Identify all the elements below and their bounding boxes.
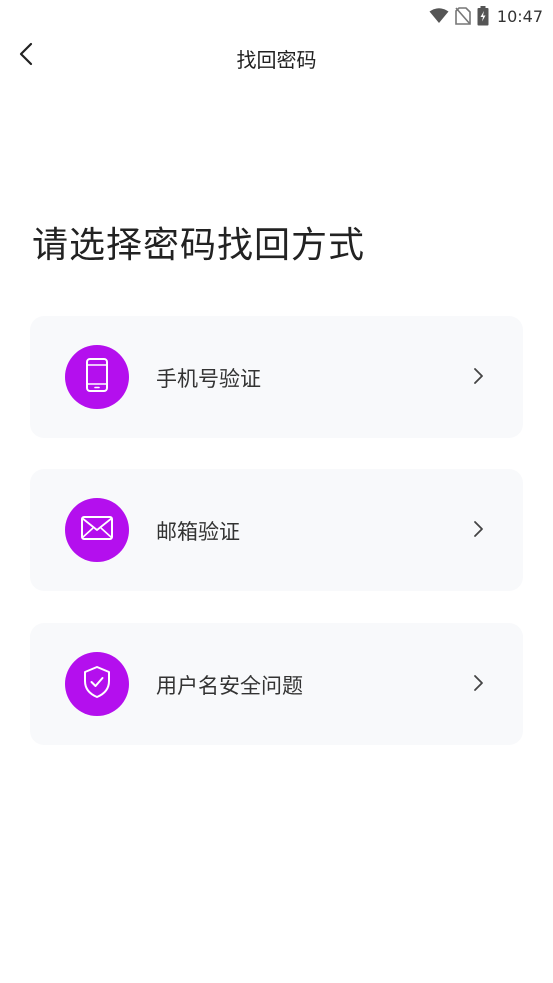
wifi-icon (429, 8, 449, 24)
phone-verification-option[interactable]: 手机号验证 (30, 316, 523, 438)
chevron-right-icon (471, 366, 485, 386)
no-sim-icon (455, 7, 471, 25)
option-label: 手机号验证 (156, 367, 261, 391)
nav-bar: 找回密码 (0, 32, 553, 80)
mail-icon (80, 515, 114, 545)
security-question-option[interactable]: 用户名安全问题 (30, 623, 523, 745)
page-title: 找回密码 (236, 48, 317, 72)
status-bar: 10:47 (0, 0, 553, 32)
status-time: 10:47 (496, 6, 543, 26)
option-label: 用户名安全问题 (156, 674, 303, 698)
option-label: 邮箱验证 (156, 520, 240, 544)
phone-icon (84, 357, 110, 397)
mail-icon-badge (65, 498, 129, 562)
battery-charging-icon (477, 6, 489, 26)
section-heading: 请选择密码找回方式 (32, 225, 366, 266)
chevron-right-icon (471, 673, 485, 693)
shield-check-icon (82, 665, 112, 703)
email-verification-option[interactable]: 邮箱验证 (30, 469, 523, 591)
shield-icon-badge (65, 652, 129, 716)
status-icons: 10:47 (429, 5, 543, 27)
phone-icon-badge (65, 345, 129, 409)
chevron-right-icon (471, 519, 485, 539)
